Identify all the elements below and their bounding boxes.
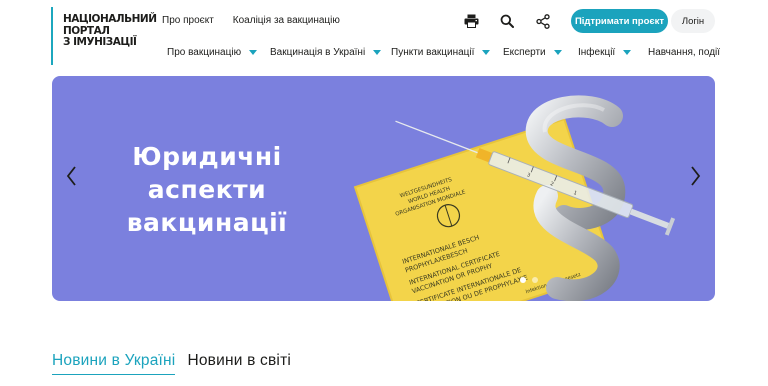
carousel-dot-2[interactable] [532, 277, 538, 283]
news-tabs: Новини в Україні Новини в світі [52, 352, 291, 375]
top-links: Про проєкт Коаліція за вакцинацію [162, 15, 340, 26]
chevron-down-icon [249, 50, 258, 55]
carousel-dot-1[interactable] [520, 277, 526, 283]
tab-news-world[interactable]: Новини в світі [187, 352, 291, 375]
nav-label: Експерти [503, 47, 546, 58]
nav-label: Про вакцинацію [167, 47, 242, 58]
login-button[interactable]: Логін [671, 9, 715, 33]
logo-line-3: з імунізації [63, 36, 137, 48]
tab-news-ukraine[interactable]: Новини в Україні [52, 352, 176, 375]
banner-title: Юридичні аспекти вакцинації [92, 140, 322, 239]
nav-vaccination-points[interactable]: Пункти вакцинації [391, 47, 491, 58]
site-logo[interactable]: Національний портал з імунізації [63, 13, 157, 49]
nav-vaccination-ukraine[interactable]: Вакцинація в Україні [270, 47, 382, 58]
share-icon[interactable] [534, 12, 552, 30]
carousel-next-arrow-icon[interactable] [687, 164, 703, 188]
coalition-link[interactable]: Коаліція за вакцинацію [233, 15, 340, 26]
chevron-down-icon [373, 50, 382, 55]
printer-icon[interactable] [462, 12, 480, 30]
about-project-link[interactable]: Про проєкт [162, 15, 214, 26]
nav-label: Вакцинація в Україні [270, 47, 366, 58]
nav-about-vaccination[interactable]: Про вакцинацію [167, 47, 258, 58]
nav-label: Пункти вакцинації [391, 47, 475, 58]
chevron-down-icon [623, 50, 632, 55]
support-project-button[interactable]: Підтримати проєкт [571, 9, 668, 33]
banner-title-line-3: вакцинації [126, 208, 288, 237]
nav-label: Навчання, події [648, 47, 721, 58]
header-icons [462, 12, 552, 30]
banner-illustration: WELTGESUNDHEITS WORLD HEALTH ORGANISATIO… [353, 95, 676, 301]
nav-education-events[interactable]: Навчання, події [648, 47, 720, 58]
hero-banner[interactable]: WELTGESUNDHEITS WORLD HEALTH ORGANISATIO… [52, 76, 715, 301]
nav-label: Інфекції [578, 47, 616, 58]
carousel-prev-arrow-icon[interactable] [64, 164, 80, 188]
chevron-down-icon [553, 50, 562, 55]
nav-infections[interactable]: Інфекції [578, 47, 632, 58]
search-icon[interactable] [498, 12, 516, 30]
nav-experts[interactable]: Експерти [503, 47, 562, 58]
banner-title-line-2: аспекти [147, 175, 267, 204]
chevron-down-icon [482, 50, 491, 55]
logo-accent-bar [51, 7, 53, 65]
banner-title-line-1: Юридичні [132, 142, 282, 171]
carousel-dots [520, 277, 538, 283]
logo-line-1: Національний [63, 13, 157, 25]
